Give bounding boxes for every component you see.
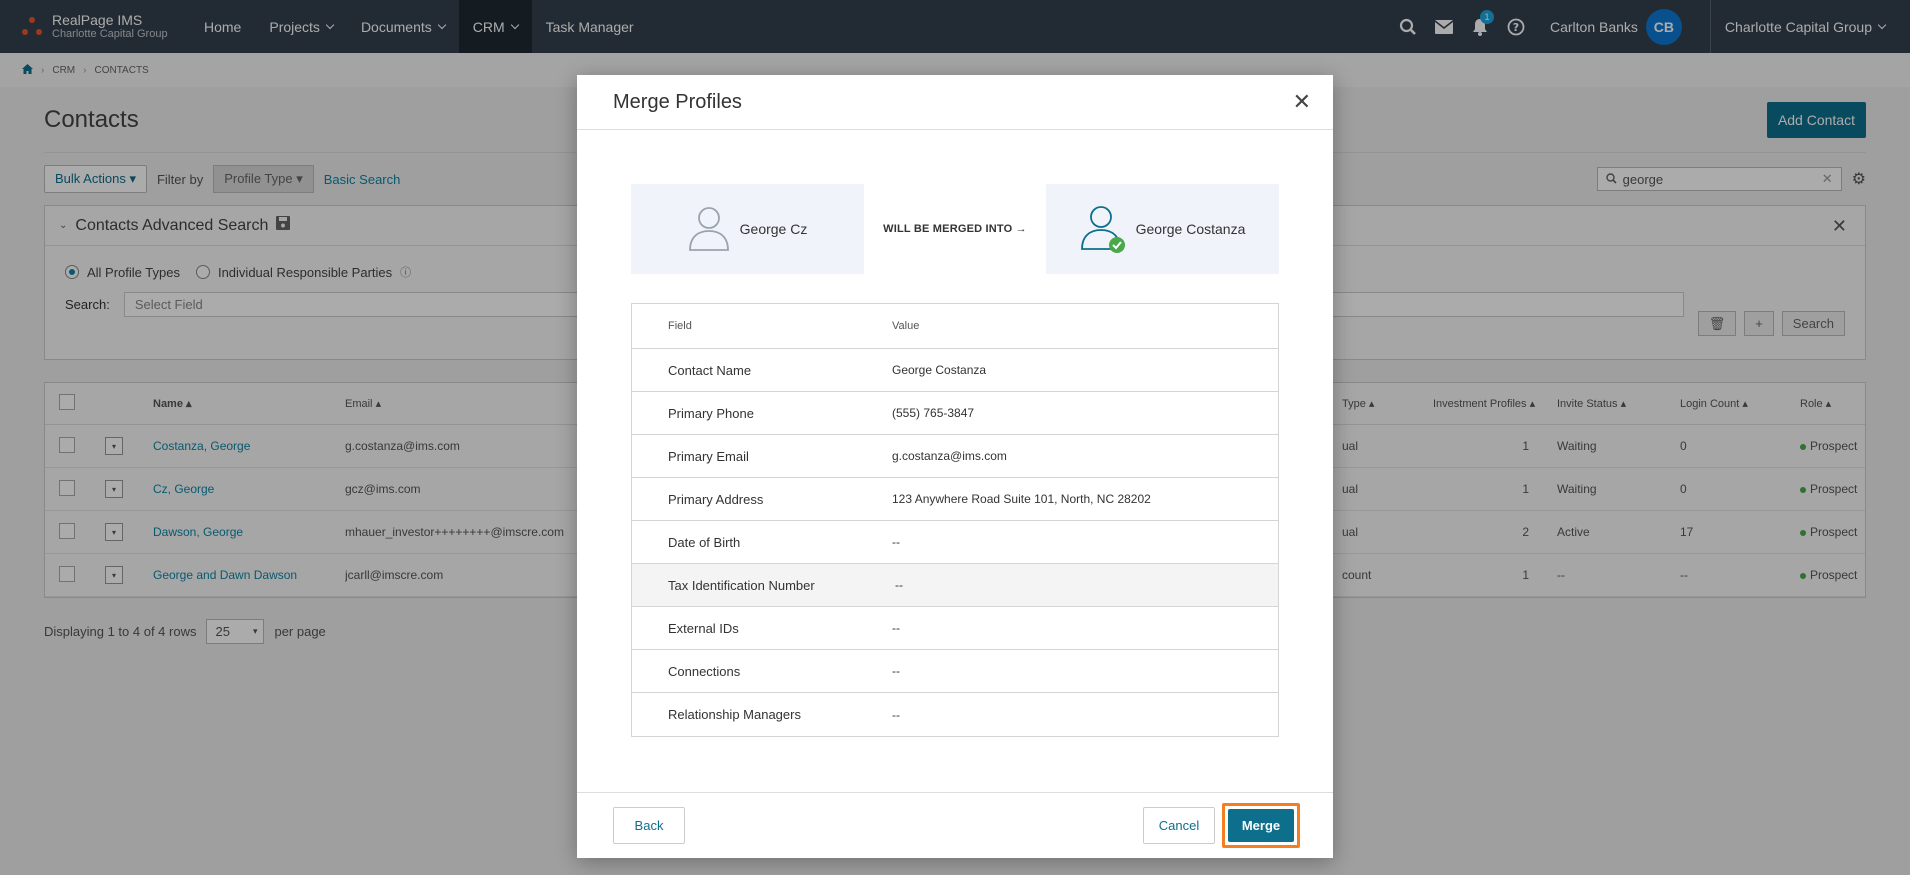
field-value: 123 Anywhere Road Suite 101, North, NC 2… bbox=[892, 492, 1151, 506]
merge-button-highlight: Merge bbox=[1222, 803, 1300, 848]
field-table-header: Field Value bbox=[632, 304, 1278, 349]
target-profile-name: George Costanza bbox=[1135, 221, 1246, 237]
field-value: g.costanza@ims.com bbox=[892, 449, 1007, 463]
field-name: Primary Address bbox=[668, 491, 764, 507]
field-name: Relationship Managers bbox=[668, 707, 801, 722]
field-name: Contact Name bbox=[668, 362, 752, 378]
table-row: Date of Birth -- bbox=[632, 521, 1278, 564]
field-name: Date of Birth bbox=[668, 534, 741, 550]
cancel-button[interactable]: Cancel bbox=[1143, 807, 1215, 844]
table-row: Relationship Managers -- bbox=[632, 693, 1278, 736]
field-value: -- bbox=[892, 535, 900, 549]
table-row: Connections -- bbox=[632, 650, 1278, 693]
table-row: Primary Email g.costanza@ims.com bbox=[632, 435, 1278, 478]
table-row: Primary Address 123 Anywhere Road Suite … bbox=[632, 478, 1278, 521]
merge-summary: George Cz WILL BE MERGED INTO → George C… bbox=[631, 184, 1279, 274]
field-value: George Costanza bbox=[892, 363, 987, 377]
table-row: Primary Phone (555) 765-3847 bbox=[632, 392, 1278, 435]
merge-direction-label: WILL BE MERGED INTO → bbox=[883, 223, 1027, 235]
field-value: -- bbox=[895, 578, 903, 592]
field-value: -- bbox=[892, 664, 900, 678]
table-row: Contact Name George Costanza bbox=[632, 349, 1278, 392]
merge-profiles-modal: Merge Profiles ✕ George Cz WILL BE MERGE… bbox=[577, 75, 1333, 858]
merge-button[interactable]: Merge bbox=[1228, 809, 1294, 842]
field-name: Primary Email bbox=[668, 448, 749, 464]
table-row: Tax Identification Number -- bbox=[632, 564, 1278, 607]
modal-title: Merge Profiles bbox=[613, 90, 742, 113]
field-value: -- bbox=[892, 621, 900, 635]
source-profile-card: George Cz bbox=[631, 184, 864, 274]
field-column-header: Field bbox=[668, 320, 692, 332]
field-name: Primary Phone bbox=[668, 405, 754, 421]
user-check-icon bbox=[1080, 204, 1126, 254]
value-column-header: Value bbox=[892, 320, 920, 332]
field-name: Tax Identification Number bbox=[668, 577, 815, 593]
table-row: External IDs -- bbox=[632, 607, 1278, 650]
field-name: Connections bbox=[668, 663, 741, 679]
target-profile-card: George Costanza bbox=[1046, 184, 1279, 274]
field-value: (555) 765-3847 bbox=[892, 406, 975, 420]
close-icon[interactable]: ✕ bbox=[1293, 89, 1311, 115]
source-profile-name: George Cz bbox=[739, 221, 808, 237]
field-name: External IDs bbox=[668, 620, 739, 636]
field-value: -- bbox=[892, 707, 900, 722]
merge-field-table: Field Value Contact Name George Costanza… bbox=[631, 303, 1279, 737]
back-button[interactable]: Back bbox=[613, 807, 685, 844]
user-outline-icon bbox=[688, 205, 730, 254]
modal-footer: Back Cancel Merge bbox=[577, 792, 1333, 858]
